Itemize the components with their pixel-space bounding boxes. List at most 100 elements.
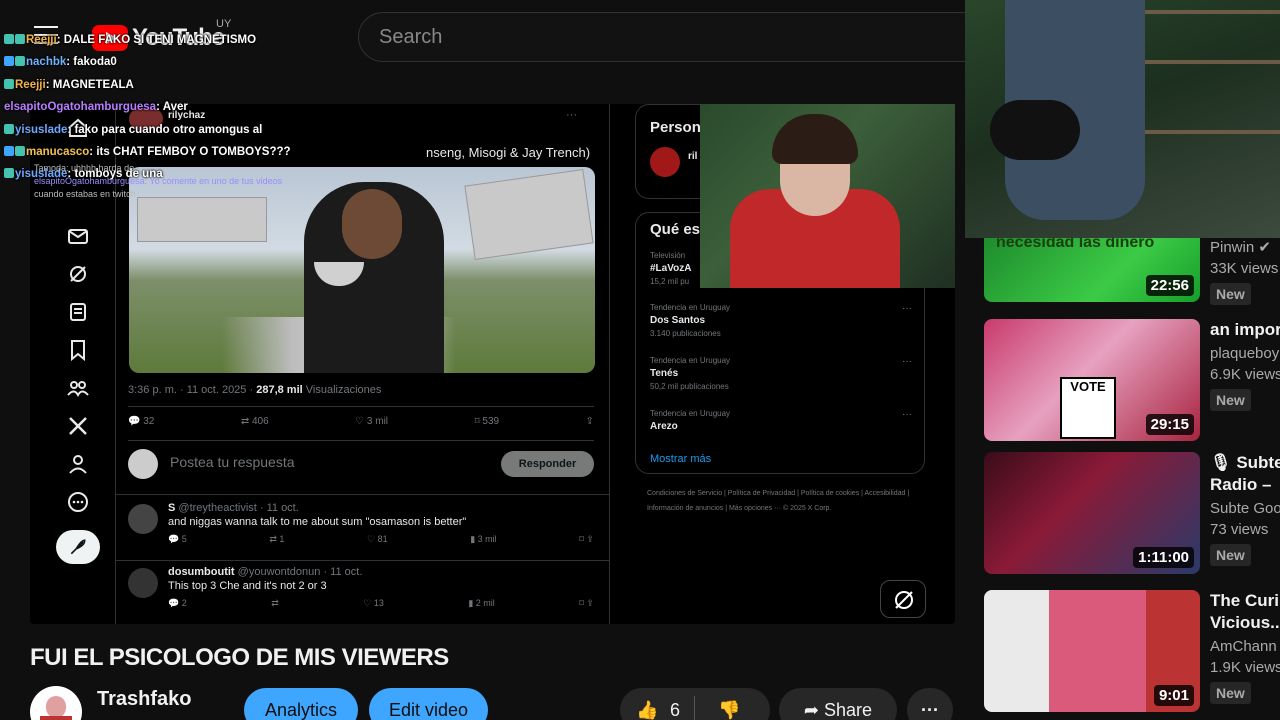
- share-button[interactable]: ➦ Share: [779, 688, 897, 720]
- avatar-body: [40, 716, 72, 720]
- channel-name[interactable]: AmChann: [1210, 638, 1280, 655]
- thumbs-down-icon[interactable]: 👎: [718, 688, 740, 720]
- reply-input[interactable]: Postea tu respuesta: [170, 454, 295, 470]
- channel-name[interactable]: Trashfako: [97, 688, 191, 711]
- bookmark-stat[interactable]: ⌑ 539: [475, 416, 500, 432]
- new-badge: New: [1210, 389, 1251, 411]
- search-box[interactable]: Search: [358, 12, 968, 62]
- badge-icon: [15, 56, 25, 66]
- post-views-label: Visualizaciones: [305, 384, 382, 396]
- badge-icon: [4, 124, 14, 134]
- grok-icon[interactable]: [880, 580, 926, 618]
- recommended-video[interactable]: necesidad las dinero 22:56 Pinwin ✔ 33K …: [984, 238, 1280, 305]
- repost-stat[interactable]: ⇄: [271, 598, 279, 609]
- comment-avatar[interactable]: [128, 504, 158, 534]
- like-stat[interactable]: ♡ 13: [363, 598, 384, 609]
- profile-icon[interactable]: [66, 452, 90, 476]
- video-title[interactable]: The Curi: [1210, 590, 1280, 612]
- shelf-shape: [1145, 60, 1280, 64]
- badge-icon: [4, 34, 14, 44]
- reply-button[interactable]: Responder: [501, 451, 594, 477]
- video-duration: 1:11:00: [1133, 547, 1194, 568]
- more-actions-button[interactable]: ···: [907, 688, 953, 720]
- comment[interactable]: S @treytheactivist · 11 oct. and niggas …: [128, 502, 594, 557]
- thumbs-up-icon[interactable]: 👍: [636, 688, 658, 720]
- channel-name[interactable]: plaqueboy: [1210, 345, 1280, 362]
- reply-stat[interactable]: 💬 32: [128, 416, 154, 432]
- bookmark-icon[interactable]: [66, 338, 90, 362]
- comment-avatar[interactable]: [128, 568, 158, 598]
- chat-message: elsapitoOgatohamburguesa: Aver: [4, 101, 188, 113]
- video-thumbnail[interactable]: 1:11:00: [984, 452, 1200, 574]
- bookmark-icon[interactable]: ⌑ ⇪: [579, 598, 594, 609]
- comment-author[interactable]: S @treytheactivist · 11 oct.: [168, 502, 299, 514]
- video-title-line2[interactable]: Vicious..: [1210, 612, 1280, 634]
- video-title[interactable]: 🎙 Subte: [1210, 452, 1280, 474]
- trend-item[interactable]: Tendencia en Uruguay Tenés 50,2 mil publ…: [650, 356, 912, 391]
- reply-composer: Postea tu respuesta Responder: [128, 449, 594, 479]
- divider: [694, 696, 695, 720]
- person-avatar[interactable]: [650, 147, 680, 177]
- channel-name[interactable]: Subte Goo: [1210, 500, 1280, 517]
- video-thumbnail[interactable]: VOTE 29:15: [984, 319, 1200, 441]
- like-dislike-button[interactable]: 👍 6 👎: [620, 688, 770, 720]
- repost-stat[interactable]: ⇄ 406: [241, 416, 269, 432]
- chat-message: nachbk: fakoda0: [4, 56, 117, 68]
- like-stat[interactable]: ♡ 3 mil: [355, 416, 388, 432]
- new-badge: New: [1210, 544, 1251, 566]
- grok-icon[interactable]: [66, 262, 90, 286]
- reply-stat[interactable]: 💬 5: [168, 534, 187, 545]
- bookmark-icon[interactable]: ⌑ ⇪: [579, 534, 594, 545]
- user-avatar: [128, 449, 158, 479]
- recommended-video[interactable]: 1:11:00 🎙 Subte Radio – Subte Goo 73 vie…: [984, 452, 1280, 574]
- trend-item[interactable]: Tendencia en Uruguay Arezo ···: [650, 409, 912, 432]
- channel-name[interactable]: Pinwin ✔: [1210, 238, 1280, 256]
- trend-item[interactable]: Tendencia en Uruguay Dos Santos 3.140 pu…: [650, 303, 912, 338]
- like-stat[interactable]: ♡ 81: [367, 534, 388, 545]
- persons-title: Person: [650, 119, 701, 136]
- comment[interactable]: dosumboutit @youwontdonun · 11 oct. This…: [128, 566, 594, 621]
- repost-stat[interactable]: ⇄ 1: [269, 534, 284, 545]
- hair-shape: [772, 114, 858, 164]
- person-name[interactable]: ril: [688, 151, 697, 162]
- stream-overlay-text: Tamoda: uhhhh harda de elsapitoOgatohamb…: [34, 163, 283, 199]
- recommended-video[interactable]: VOTE 29:15 an impor plaqueboy 6.9K views…: [984, 319, 1280, 441]
- video-info: The Curi Vicious.. AmChann 1.9K views Ne…: [1210, 590, 1280, 704]
- badge-icon: [15, 34, 25, 44]
- edit-video-button[interactable]: Edit video: [369, 688, 488, 720]
- x-logo-icon[interactable]: [66, 414, 90, 438]
- views-stat[interactable]: ▮ 2 mil: [468, 598, 494, 609]
- post-more-icon[interactable]: ···: [566, 109, 577, 121]
- post-compose-button[interactable]: [56, 530, 100, 564]
- reply-stat[interactable]: 💬 2: [168, 598, 187, 609]
- house-shape: [137, 197, 267, 242]
- recommended-video[interactable]: 9:01 The Curi Vicious.. AmChann 1.9K vie…: [984, 590, 1280, 712]
- share-icon[interactable]: ⇪: [586, 416, 594, 432]
- avatar-face: [46, 696, 66, 718]
- comment-text: This top 3 Che and it's not 2 or 3: [168, 580, 327, 592]
- analytics-button[interactable]: Analytics: [244, 688, 358, 720]
- lists-icon[interactable]: [66, 300, 90, 324]
- video-title-line2[interactable]: Radio –: [1210, 474, 1280, 496]
- video-thumbnail[interactable]: necesidad las dinero 22:56: [984, 238, 1200, 302]
- share-icon: ➦: [803, 700, 825, 720]
- video-thumbnail[interactable]: 9:01: [984, 590, 1200, 712]
- search-input[interactable]: Search: [379, 26, 442, 49]
- x-footer-links[interactable]: Condiciones de Servicio | Política de Pr…: [647, 486, 927, 516]
- channel-avatar[interactable]: [30, 686, 82, 720]
- show-more-link[interactable]: Mostrar más: [650, 453, 711, 465]
- comment-author[interactable]: dosumboutit @youwontdonun · 11 oct.: [168, 566, 362, 578]
- webcam-overlay: [700, 104, 955, 288]
- more-options-icon[interactable]: [66, 490, 90, 514]
- trend-more-icon[interactable]: ···: [902, 356, 912, 367]
- views-stat[interactable]: ▮ 3 mil: [470, 534, 496, 545]
- video-title[interactable]: an impor: [1210, 319, 1280, 341]
- communities-icon[interactable]: [66, 376, 90, 400]
- trend-more-icon[interactable]: ···: [902, 303, 912, 314]
- mail-icon[interactable]: [66, 224, 90, 248]
- chat-message: Reejji: DALE FAKO SI TENI MAGNETISMO: [4, 34, 256, 46]
- view-count: 6.9K views: [1210, 366, 1280, 383]
- verified-icon: ✔: [1258, 239, 1271, 256]
- trend-more-icon[interactable]: ···: [902, 409, 912, 420]
- trends-title: Qué es: [650, 221, 701, 238]
